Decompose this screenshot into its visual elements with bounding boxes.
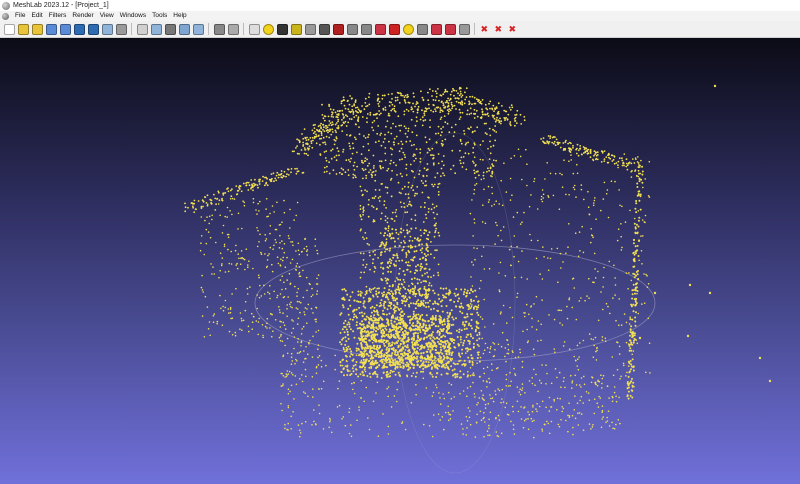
export-mesh-icon[interactable] xyxy=(87,23,99,35)
menu-file[interactable]: File xyxy=(12,11,28,21)
point-cloud xyxy=(184,84,772,439)
reload-all-icon[interactable] xyxy=(59,23,71,35)
delete-vertices-icon[interactable]: ✖ xyxy=(480,24,491,35)
system-menu-icon[interactable] xyxy=(2,12,9,20)
delete-faces-icon[interactable]: ✖ xyxy=(494,24,505,35)
main-toolbar: ✖ ✖ ✖ xyxy=(0,21,800,38)
snapshot-icon[interactable] xyxy=(101,23,113,35)
menu-windows[interactable]: Windows xyxy=(117,11,149,21)
menu-filters[interactable]: Filters xyxy=(46,11,70,21)
menu-help[interactable]: Help xyxy=(170,11,189,21)
transform-icon[interactable] xyxy=(388,23,400,35)
menu-edit[interactable]: Edit xyxy=(28,11,45,21)
reload-icon[interactable] xyxy=(45,23,57,35)
cut-icon[interactable] xyxy=(458,23,470,35)
fill-hole-icon[interactable] xyxy=(444,23,456,35)
menu-tools[interactable]: Tools xyxy=(149,11,170,21)
import-mesh-icon[interactable] xyxy=(73,23,85,35)
toolbar-separator xyxy=(474,23,475,35)
light-icon[interactable] xyxy=(213,23,225,35)
wireframe-icon[interactable] xyxy=(164,23,176,35)
info-icon[interactable] xyxy=(402,23,414,35)
point-cloud-canvas[interactable] xyxy=(0,38,800,484)
flat-render-icon[interactable] xyxy=(178,23,190,35)
open-project-icon[interactable] xyxy=(17,23,29,35)
select-region-icon[interactable] xyxy=(416,23,428,35)
meshlab-logo-icon xyxy=(2,1,10,10)
bbox-icon[interactable] xyxy=(136,23,148,35)
select-vertices-icon[interactable] xyxy=(346,23,358,35)
layer-icon[interactable] xyxy=(115,23,127,35)
delete-faces-vertices-icon[interactable]: ✖ xyxy=(508,24,519,35)
select-connected-icon[interactable] xyxy=(374,23,386,35)
align-icon[interactable] xyxy=(304,23,316,35)
annotation-icon[interactable] xyxy=(262,23,274,35)
texture-icon[interactable] xyxy=(248,23,260,35)
normal-lighting-icon[interactable] xyxy=(227,23,239,35)
raster-icon[interactable] xyxy=(332,23,344,35)
toolbar-separator xyxy=(131,23,132,35)
trackball-ring xyxy=(254,244,656,362)
3d-viewport[interactable] xyxy=(0,38,800,484)
save-project-icon[interactable] xyxy=(31,23,43,35)
window-title: MeshLab 2023.12 - [Project_1] xyxy=(13,2,109,9)
measure-icon[interactable] xyxy=(276,23,288,35)
menu-view[interactable]: View xyxy=(97,11,117,21)
toolbar-separator xyxy=(243,23,244,35)
pick-points-icon[interactable] xyxy=(290,23,302,35)
new-project-icon[interactable] xyxy=(3,23,15,35)
toolbar-separator xyxy=(208,23,209,35)
menu-bar: File Edit Filters Render View Windows To… xyxy=(0,11,800,21)
paint-icon[interactable] xyxy=(318,23,330,35)
smooth-render-icon[interactable] xyxy=(192,23,204,35)
points-render-icon[interactable] xyxy=(150,23,162,35)
manipulator-icon[interactable] xyxy=(430,23,442,35)
title-bar: MeshLab 2023.12 - [Project_1] xyxy=(0,0,800,11)
menu-render[interactable]: Render xyxy=(69,11,96,21)
select-faces-icon[interactable] xyxy=(360,23,372,35)
